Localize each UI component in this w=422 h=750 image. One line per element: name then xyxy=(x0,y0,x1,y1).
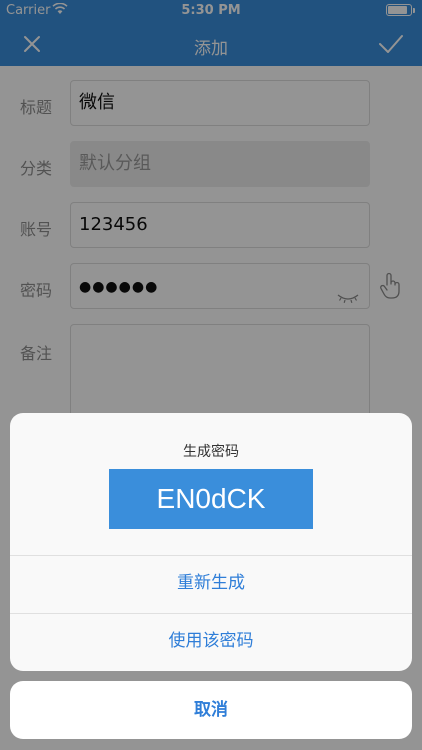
cancel-button[interactable]: 取消 xyxy=(10,681,412,739)
regenerate-button[interactable]: 重新生成 xyxy=(10,555,412,612)
generate-password-sheet: 生成密码 EN0dCK 重新生成 使用该密码 xyxy=(10,413,412,671)
sheet-title: 生成密码 xyxy=(183,444,239,460)
cancel-card: 取消 xyxy=(10,681,412,739)
use-password-button[interactable]: 使用该密码 xyxy=(10,613,412,670)
generated-password: EN0dCK xyxy=(109,469,313,529)
